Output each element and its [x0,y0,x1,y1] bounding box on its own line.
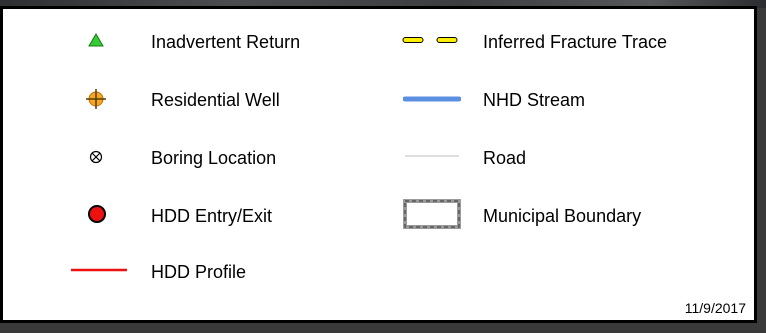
legend-label-boring-location: Boring Location [151,148,277,168]
dashed-box-icon [403,199,461,229]
legend-label-nhd-stream: NHD Stream [483,90,586,110]
legend-label-road: Road [483,148,527,168]
legend-label-residential-well: Residential Well [151,90,280,110]
red-line-icon [71,268,127,272]
legend-date: 11/9/2017 [684,300,746,316]
gray-line-icon [405,155,459,157]
legend-label-inadvertent-return: Inadvertent Return [151,32,301,52]
green-triangle-icon [88,33,104,47]
legend-label-hdd-entry-exit: HDD Entry/Exit [151,206,273,226]
legend-label-hdd-profile: HDD Profile [151,262,247,282]
orange-crosshair-circle-icon [86,89,106,109]
legend-label-municipal-boundary: Municipal Boundary [483,206,642,226]
blue-line-icon [403,96,461,102]
circle-x-icon [89,150,103,164]
yellow-dashed-line-icon [402,37,458,43]
red-dot-icon [88,205,106,223]
map-legend: Inadvertent Return Residential Well Bori… [0,6,757,323]
legend-label-inferred-fracture-trace: Inferred Fracture Trace [483,32,668,52]
